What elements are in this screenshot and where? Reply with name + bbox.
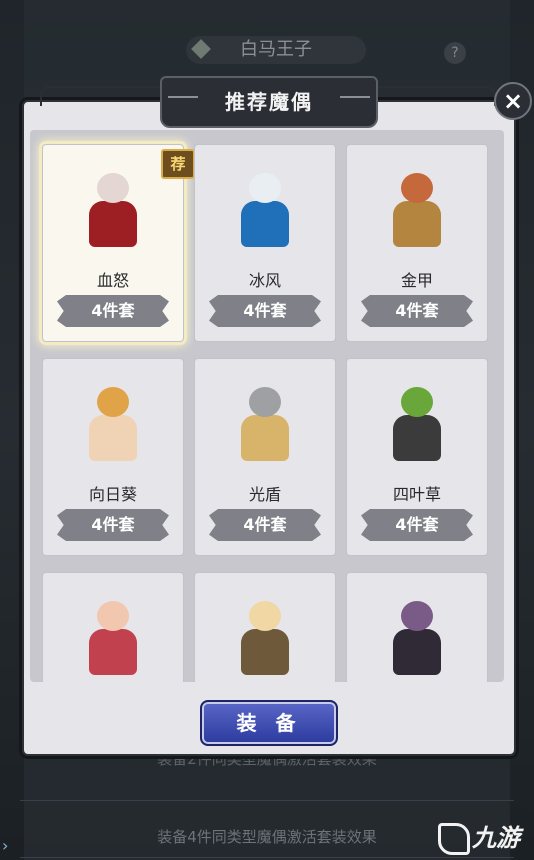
left-arrow-icon[interactable]: › [2,836,8,855]
doll-name: 冰风 [248,271,281,290]
doll-portrait [229,167,301,253]
character-title-text: 白马王子 [240,39,312,60]
doll-card[interactable]: 冰风 4件套 [194,144,336,342]
set-badge: 4件套 [209,509,321,541]
doll-portrait [381,167,453,253]
doll-name: 金甲 [400,271,433,290]
doll-name: 光盾 [248,485,281,504]
doll-card[interactable]: 光盾 4件套 [194,358,336,556]
doll-portrait [77,381,149,467]
doll-card[interactable]: 向日葵 4件套 [42,358,184,556]
modal-title: 推荐魔偶 [160,76,378,128]
equip-button[interactable]: 装 备 [200,700,338,746]
doll-portrait [77,167,149,253]
help-icon[interactable]: ? [444,42,466,64]
jiuyou-logo-icon [438,823,470,855]
doll-portrait [381,381,453,467]
doll-card[interactable]: 四叶草 4件套 [346,358,488,556]
doll-portrait [77,595,149,681]
doll-portrait [229,381,301,467]
doll-card[interactable] [42,572,184,682]
doll-name: 向日葵 [88,485,137,504]
doll-card[interactable]: 血怒 4件套 荐 [42,144,195,342]
set-badge: 4件套 [57,295,169,327]
doll-name: 血怒 [96,271,129,290]
set-badge: 4件套 [361,295,473,327]
set-badge: 4件套 [361,509,473,541]
character-title: 白马王子 [186,36,366,64]
doll-portrait [381,595,453,681]
doll-portrait [229,595,301,681]
title-wing-left [40,86,162,106]
doll-card[interactable]: 金甲 4件套 [346,144,488,342]
doll-grid: 血怒 4件套荐冰风 4件套 金甲 4件套 向日葵 4件套 光盾 4件套 四叶草 4件套 [30,130,504,682]
watermark-text: 九游 [472,824,520,852]
set-badge: 4件套 [209,295,321,327]
watermark: 九游 [438,818,520,855]
doll-card[interactable] [346,572,488,682]
gem-icon [191,39,211,59]
close-button[interactable]: × [494,82,532,120]
doll-card[interactable] [194,572,336,682]
set-badge: 4件套 [57,509,169,541]
recommended-badge: 荐 [161,149,195,179]
doll-name: 四叶草 [392,485,441,504]
title-wing-right [374,86,496,106]
